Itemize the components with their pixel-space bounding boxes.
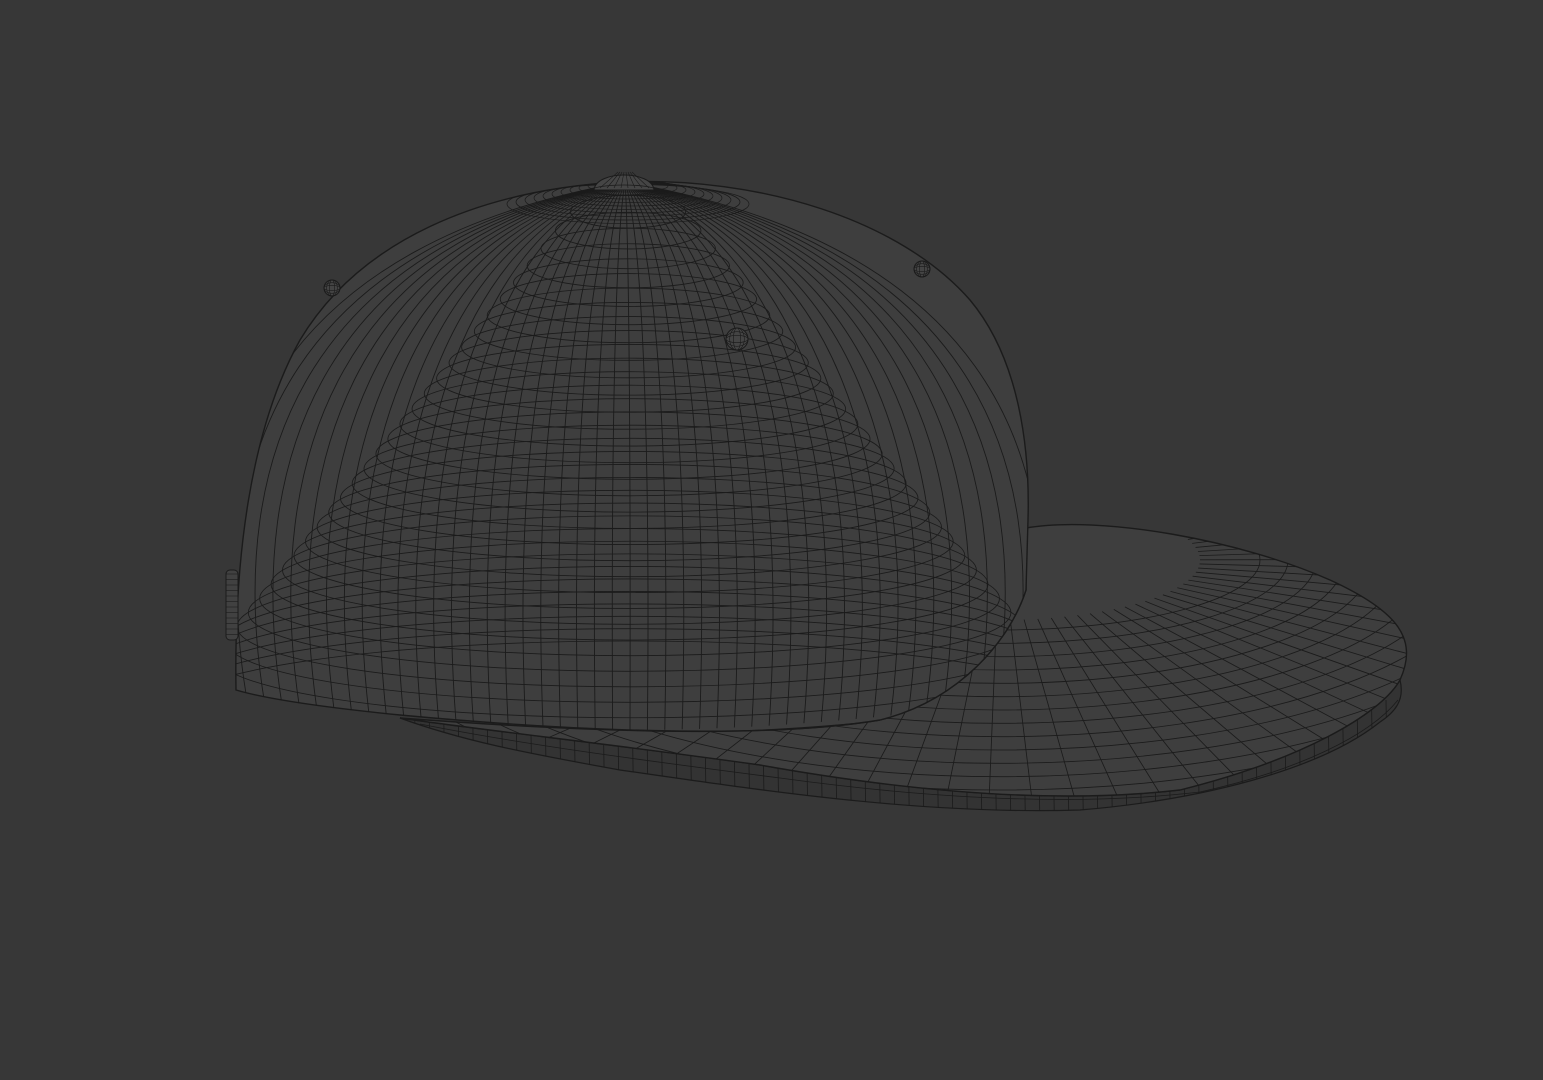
eyelet-left [323,279,341,297]
cap-wireframe-render [225,171,1408,812]
crown-surface [235,180,1029,732]
eyelet-right [913,260,931,278]
wireframe-viewport[interactable] [0,0,1543,1080]
back-strap-buckle [225,569,239,641]
eyelet-front [725,327,749,351]
